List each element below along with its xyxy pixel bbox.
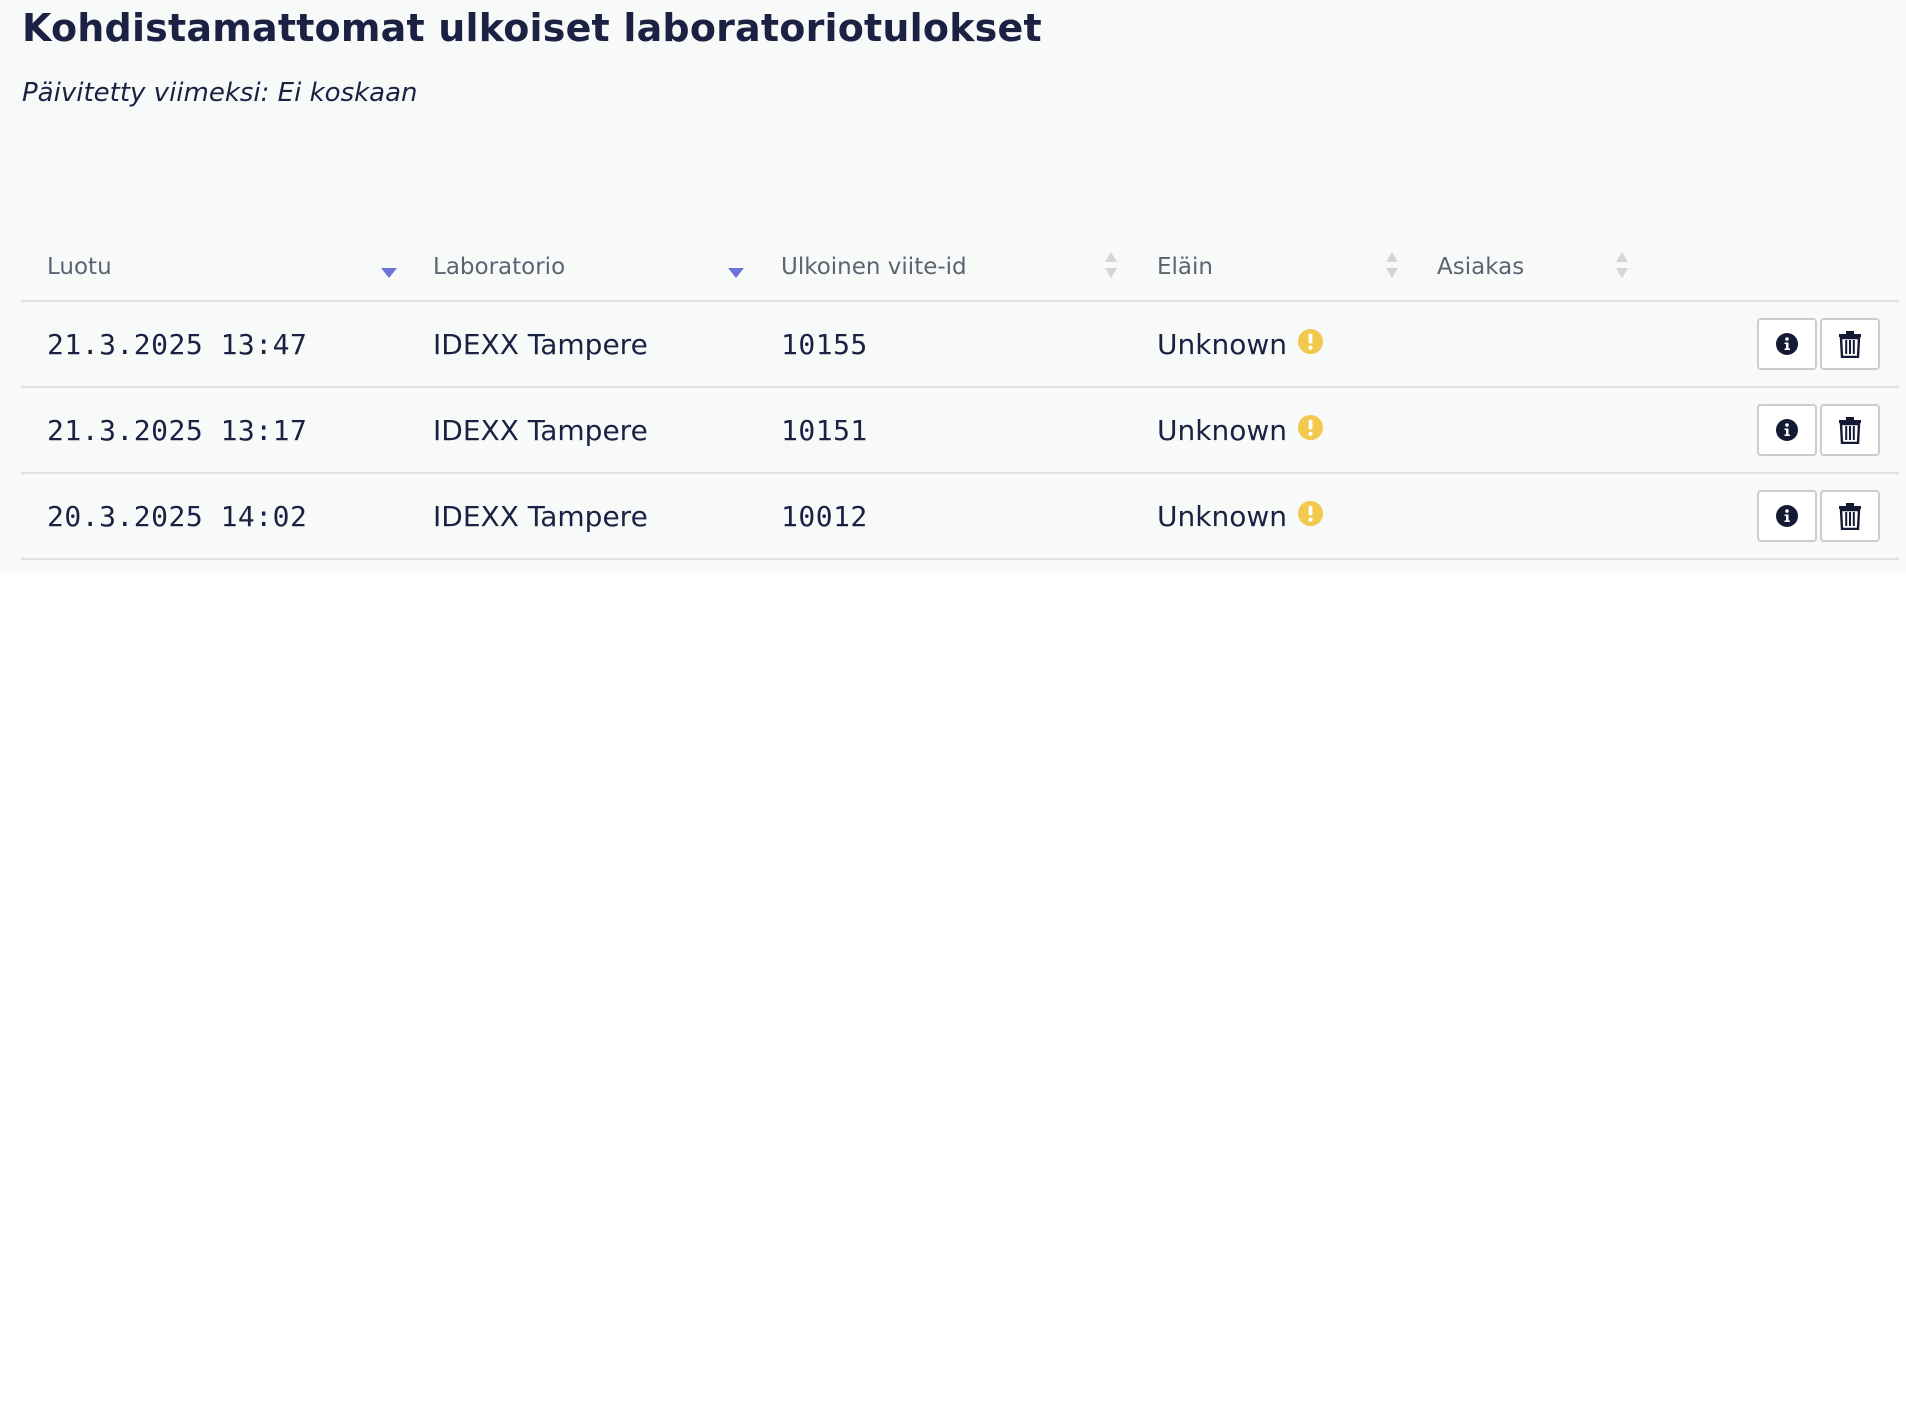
- table-row[interactable]: 21.3.2025 13:17 IDEXX Tampere 10151 Unkn…: [21, 388, 1899, 474]
- info-icon: [1776, 419, 1798, 441]
- last-updated-text: Päivitetty viimeksi: Ei koskaan: [22, 78, 418, 108]
- delete-button[interactable]: [1820, 318, 1880, 370]
- sort-desc-icon[interactable]: [726, 248, 746, 282]
- delete-button[interactable]: [1820, 490, 1880, 542]
- trash-icon: [1839, 417, 1861, 444]
- sort-both-icon[interactable]: [1101, 248, 1121, 282]
- info-icon: [1776, 505, 1798, 527]
- sort-desc-icon[interactable]: [379, 248, 399, 282]
- table-header: Luotu Laboratorio Ulkoinen viite-id Eläi…: [21, 232, 1899, 302]
- animal-cell: Unknown: [1157, 388, 1324, 472]
- external-ref-cell: 10151: [781, 413, 868, 447]
- content-panel: Kohdistamattomat ulkoiset laboratoriotul…: [0, 0, 1906, 573]
- info-button[interactable]: [1757, 490, 1817, 542]
- column-header-label: Ulkoinen viite-id: [781, 254, 967, 280]
- animal-name: Unknown: [1157, 499, 1287, 533]
- column-header-label: Eläin: [1157, 254, 1213, 280]
- external-ref-cell: 10155: [781, 327, 868, 361]
- animal-name: Unknown: [1157, 413, 1287, 447]
- warning-icon: [1297, 414, 1324, 440]
- column-header-label: Asiakas: [1437, 254, 1525, 280]
- created-cell: 21.3.2025 13:47: [47, 327, 308, 361]
- column-header-external-ref[interactable]: Ulkoinen viite-id: [781, 250, 967, 284]
- sort-both-icon[interactable]: [1612, 248, 1632, 282]
- external-ref-cell: 10012: [781, 499, 868, 533]
- trash-icon: [1839, 503, 1861, 530]
- table-row[interactable]: 20.3.2025 14:02 IDEXX Tampere 10012 Unkn…: [21, 474, 1899, 560]
- info-button[interactable]: [1757, 318, 1817, 370]
- animal-cell: Unknown: [1157, 302, 1324, 386]
- laboratory-cell: IDEXX Tampere: [433, 413, 648, 447]
- laboratory-cell: IDEXX Tampere: [433, 327, 648, 361]
- warning-icon: [1297, 500, 1324, 526]
- delete-button[interactable]: [1820, 404, 1880, 456]
- laboratory-cell: IDEXX Tampere: [433, 499, 648, 533]
- animal-name: Unknown: [1157, 327, 1287, 361]
- trash-icon: [1839, 331, 1861, 358]
- column-header-label: Laboratorio: [433, 254, 566, 280]
- table-row[interactable]: 21.3.2025 13:47 IDEXX Tampere 10155 Unkn…: [21, 302, 1899, 388]
- page-title: Kohdistamattomat ulkoiset laboratoriotul…: [22, 6, 1042, 50]
- animal-cell: Unknown: [1157, 474, 1324, 558]
- created-cell: 21.3.2025 13:17: [47, 413, 308, 447]
- info-button[interactable]: [1757, 404, 1817, 456]
- column-header-customer[interactable]: Asiakas: [1437, 250, 1524, 284]
- lab-results-table: Luotu Laboratorio Ulkoinen viite-id Eläi…: [21, 232, 1899, 560]
- warning-icon: [1297, 328, 1324, 354]
- column-header-laboratory[interactable]: Laboratorio: [433, 250, 565, 284]
- created-cell: 20.3.2025 14:02: [47, 499, 308, 533]
- column-header-label: Luotu: [47, 254, 112, 280]
- column-header-animal[interactable]: Eläin: [1157, 250, 1213, 284]
- info-icon: [1776, 333, 1798, 355]
- sort-both-icon[interactable]: [1382, 248, 1402, 282]
- column-header-created[interactable]: Luotu: [47, 250, 112, 284]
